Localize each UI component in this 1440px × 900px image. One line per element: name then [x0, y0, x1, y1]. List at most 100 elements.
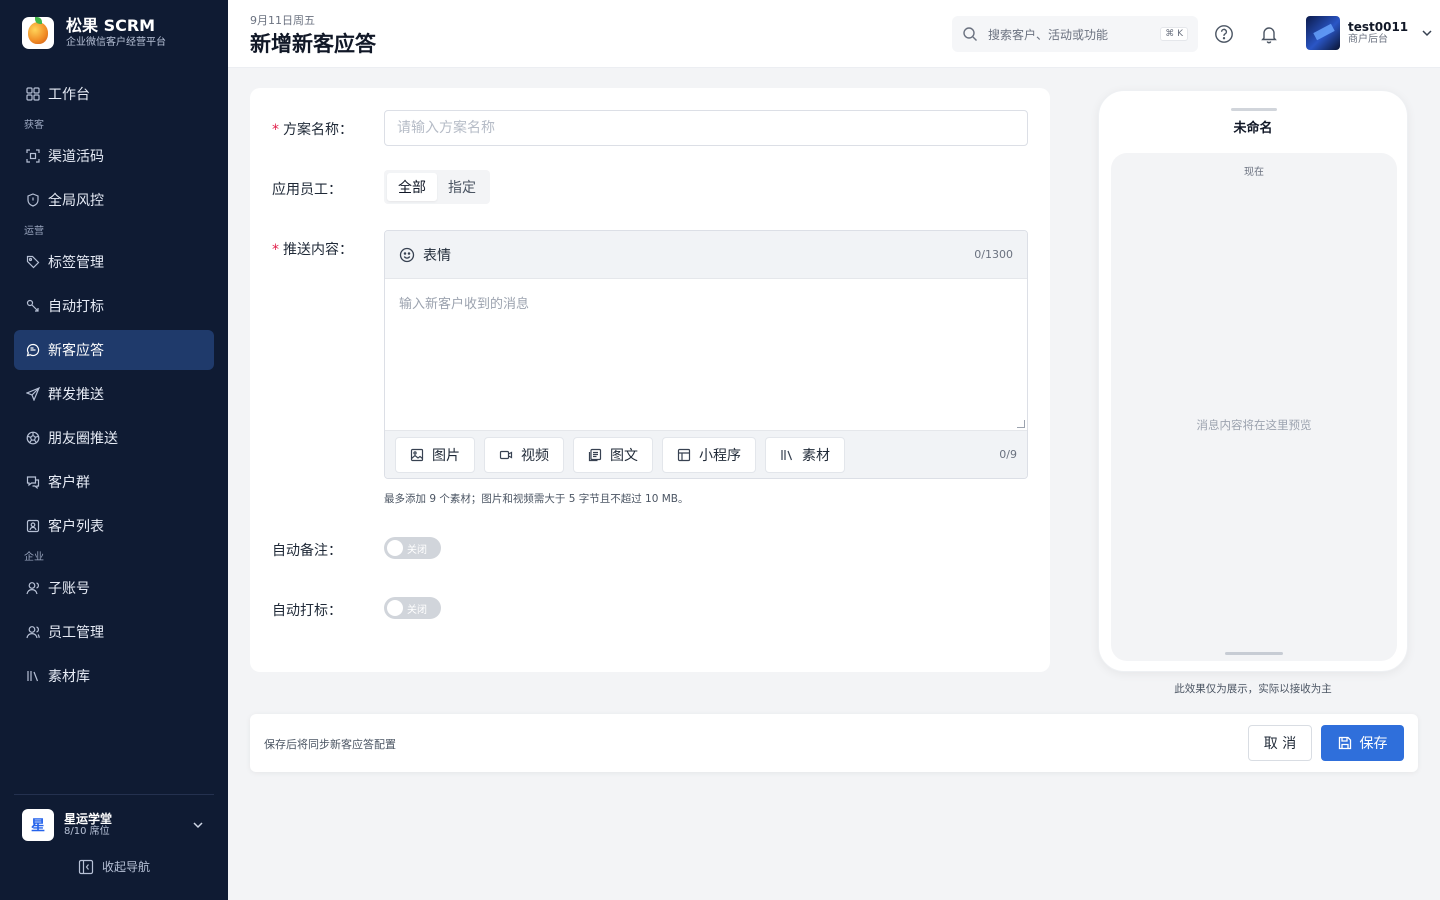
toggle-state-label: 关闭	[407, 605, 427, 616]
miniprogram-icon	[677, 448, 691, 462]
add-miniprogram-button[interactable]: 小程序	[662, 436, 756, 473]
sidebar-item-workbench[interactable]: 工作台	[14, 74, 214, 114]
user-name: test0011	[1348, 20, 1409, 34]
cancel-button[interactable]: 取 消	[1248, 725, 1312, 761]
image-icon	[410, 448, 424, 462]
chevron-down-icon	[190, 817, 206, 833]
add-image-button[interactable]: 图片	[395, 436, 475, 473]
staff-option-specific[interactable]: 指定	[437, 173, 487, 201]
sidebar: 松果 SCRM 企业微信客户经营平台 工作台 获客 渠道活码 全局风控 运营 标…	[0, 0, 228, 900]
sidebar-item-customer-groups[interactable]: 客户群	[14, 462, 214, 502]
sidebar-item-tag-management[interactable]: 标签管理	[14, 242, 214, 282]
char-counter: 0/1300	[974, 248, 1013, 261]
save-label: 保存	[1359, 736, 1388, 752]
auto-tag-label: 自动打标：	[272, 603, 342, 619]
sidebar-item-channel-qrcode[interactable]: 渠道活码	[14, 136, 214, 176]
action-bar: 保存后将同步新客应答配置 取 消 保存	[250, 714, 1418, 772]
footer-tip: 保存后将同步新客应答配置	[264, 738, 396, 751]
workspace-badge: 星	[22, 809, 54, 841]
add-material-button[interactable]: 素材	[765, 436, 845, 473]
chat-icon	[26, 343, 40, 357]
user-icon	[26, 581, 40, 595]
staff-segmented-control: 全部 指定	[384, 170, 490, 204]
pinecone-logo-icon	[22, 17, 54, 49]
toggle-state-label: 关闭	[407, 545, 427, 556]
auto-tag-icon	[26, 299, 40, 313]
auto-tag-toggle[interactable]: 关闭	[384, 597, 441, 619]
collapse-nav-label: 收起导航	[101, 860, 150, 874]
nav-group-operations: 运营	[24, 226, 44, 237]
brand[interactable]: 松果 SCRM 企业微信客户经营平台	[22, 16, 166, 50]
save-button[interactable]: 保存	[1321, 725, 1404, 761]
workspace-switcher[interactable]: 星 星运学堂 8/10 席位	[14, 794, 214, 841]
user-menu[interactable]: test0011 商户后台	[1306, 16, 1434, 50]
sidebar-item-staff-management[interactable]: 员工管理	[14, 612, 214, 652]
auto-remark-toggle[interactable]: 关闭	[384, 537, 441, 559]
attachment-hint: 最多添加 9 个素材；图片和视频需大于 5 字节且不超过 10 MB。	[384, 493, 689, 505]
header-date: 9月11日周五	[250, 14, 315, 27]
grid-icon	[26, 87, 40, 101]
sidebar-item-label: 员工管理	[48, 625, 104, 641]
plan-name-label: * 方案名称：	[272, 122, 353, 138]
content-label: * 推送内容：	[272, 242, 353, 258]
sidebar-item-moments-push[interactable]: 朋友圈推送	[14, 418, 214, 458]
sidebar-item-sub-accounts[interactable]: 子账号	[14, 568, 214, 608]
moments-icon	[26, 431, 40, 445]
sidebar-item-mass-push[interactable]: 群发推送	[14, 374, 214, 414]
auto-remark-label: 自动备注：	[272, 543, 342, 559]
preview-title: 未命名	[1233, 121, 1273, 136]
preview-screen: 现在 消息内容将在这里预览	[1111, 153, 1397, 661]
bell-icon[interactable]	[1259, 24, 1279, 44]
sidebar-nav: 工作台 获客 渠道活码 全局风控 运营 标签管理 自动打标 新客应答 群发推送	[14, 74, 214, 700]
article-icon	[588, 448, 602, 462]
save-icon	[1338, 736, 1352, 750]
sidebar-item-label: 群发推送	[48, 387, 104, 403]
nav-group-enterprise: 企业	[24, 552, 44, 563]
video-icon	[499, 448, 513, 462]
required-mark: *	[272, 242, 279, 258]
sidebar-item-customer-list[interactable]: 客户列表	[14, 506, 214, 546]
avatar	[1306, 16, 1340, 50]
preview-empty-text: 消息内容将在这里预览	[1196, 418, 1312, 432]
chevron-down-icon	[1420, 26, 1434, 40]
sidebar-item-label: 客户群	[48, 475, 90, 491]
sidebar-collapse-icon	[78, 859, 94, 875]
collapse-nav-button[interactable]: 收起导航	[0, 858, 228, 875]
brand-title: 松果 SCRM	[66, 16, 156, 35]
workspace-seats: 8/10 席位	[64, 826, 110, 837]
sidebar-item-new-customer-reply[interactable]: 新客应答	[14, 330, 214, 370]
sidebar-item-label: 标签管理	[48, 255, 104, 271]
plan-name-input[interactable]	[384, 110, 1028, 146]
phone-notch	[1231, 108, 1277, 111]
qrcode-icon	[26, 149, 40, 163]
sidebar-item-label: 素材库	[48, 669, 90, 685]
message-placeholder: 输入新客户收到的消息	[399, 297, 530, 312]
add-video-button[interactable]: 视频	[484, 436, 564, 473]
message-editor: 表情 0/1300 输入新客户收到的消息 图片 视频 图文 小程序 素材 0/9	[384, 230, 1028, 479]
tag-icon	[26, 255, 40, 269]
staff-option-all[interactable]: 全部	[387, 173, 437, 201]
sidebar-item-material-library[interactable]: 素材库	[14, 656, 214, 696]
editor-toolbar: 表情 0/1300	[385, 231, 1027, 279]
emoji-button[interactable]: 表情	[423, 245, 974, 265]
message-textarea[interactable]: 输入新客户收到的消息	[385, 279, 1027, 430]
group-chat-icon	[26, 475, 40, 489]
sidebar-item-label: 朋友圈推送	[48, 431, 118, 447]
sidebar-item-label: 渠道活码	[48, 149, 104, 165]
nav-group-acquire: 获客	[24, 120, 44, 131]
sidebar-item-risk-control[interactable]: 全局风控	[14, 180, 214, 220]
sidebar-item-auto-tag[interactable]: 自动打标	[14, 286, 214, 326]
emoji-icon[interactable]	[399, 247, 415, 263]
home-indicator	[1225, 652, 1283, 655]
global-search[interactable]: 搜索客户、活动或功能 ⌘ K	[952, 16, 1198, 52]
top-header: 9月11日周五 新增新客应答 搜索客户、活动或功能 ⌘ K test0011 商…	[228, 0, 1440, 68]
contacts-icon	[26, 519, 40, 533]
help-icon[interactable]	[1214, 24, 1234, 44]
library-icon	[780, 448, 794, 462]
required-mark: *	[272, 122, 279, 138]
add-article-button[interactable]: 图文	[573, 436, 653, 473]
brand-subtitle: 企业微信客户经营平台	[66, 37, 166, 48]
search-shortcut: ⌘ K	[1160, 27, 1188, 41]
send-icon	[26, 387, 40, 401]
resize-handle[interactable]	[1017, 420, 1025, 428]
